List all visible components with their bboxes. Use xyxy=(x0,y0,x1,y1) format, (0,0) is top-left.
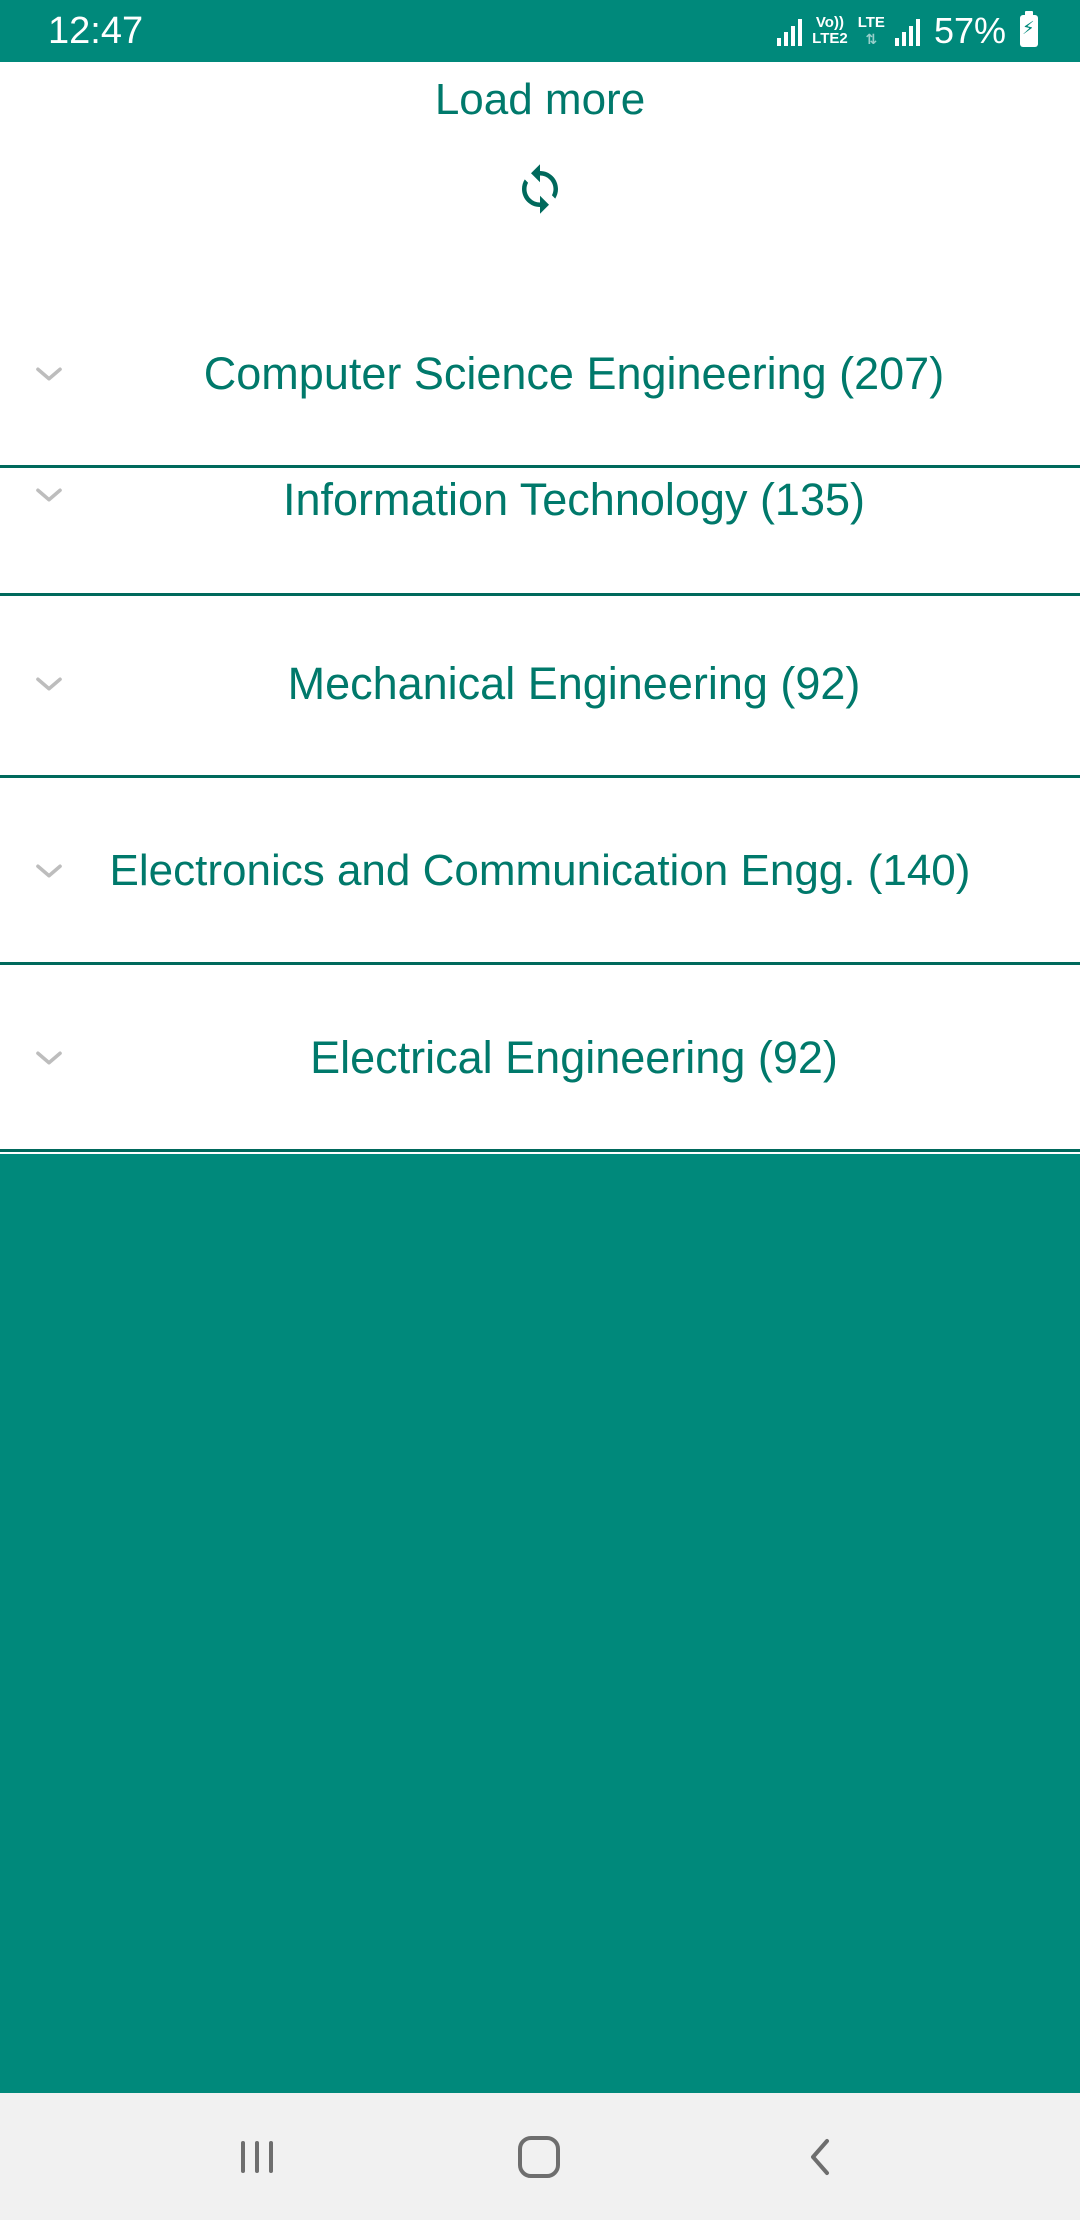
signal-icon xyxy=(777,16,803,46)
category-item[interactable]: Mechanical Engineering (92) xyxy=(0,593,1080,778)
refresh-icon[interactable] xyxy=(513,162,567,216)
volte-indicator: Vo)) LTE2 xyxy=(812,15,848,47)
lte-label: LTE xyxy=(857,14,885,31)
category-label: Information Technology (135) xyxy=(282,474,865,525)
status-time: 12:47 xyxy=(48,10,144,52)
back-icon[interactable] xyxy=(791,2127,851,2187)
chevron-down-icon xyxy=(36,1051,62,1065)
chevron-down-icon xyxy=(36,367,62,381)
category-label: Electrical Engineering (92) xyxy=(310,1032,838,1083)
lte2-label: LTE2 xyxy=(812,30,848,47)
status-icons: Vo)) LTE2 LTE ⇅ 57% xyxy=(777,8,1038,54)
load-more-button[interactable]: Load more xyxy=(0,70,1080,130)
category-item[interactable]: Electronics and Communication Engg. (140… xyxy=(0,780,1080,965)
signal-icon-2 xyxy=(894,16,920,46)
category-item[interactable]: Electrical Engineering (92) xyxy=(0,967,1080,1152)
battery-icon xyxy=(1020,11,1038,47)
category-panel: Load more Computer Science Engineering (… xyxy=(0,62,1080,1154)
chevron-down-icon xyxy=(36,677,62,691)
volte-label: Vo)) xyxy=(815,14,844,31)
category-label: Electronics and Communication Engg. (140… xyxy=(109,846,971,895)
category-label: Mechanical Engineering (92) xyxy=(287,658,861,709)
home-icon[interactable] xyxy=(509,2127,569,2187)
lte-indicator: LTE ⇅ xyxy=(857,14,885,48)
chevron-down-icon xyxy=(36,488,62,502)
system-nav-bar xyxy=(0,2093,1080,2220)
data-arrows-icon: ⇅ xyxy=(865,31,878,47)
status-bar: 12:47 Vo)) LTE2 LTE ⇅ 57% xyxy=(0,0,1080,62)
recents-icon[interactable] xyxy=(227,2127,287,2187)
category-item[interactable]: Information Technology (135) xyxy=(0,406,1080,596)
battery-percent: 57% xyxy=(933,10,1006,51)
